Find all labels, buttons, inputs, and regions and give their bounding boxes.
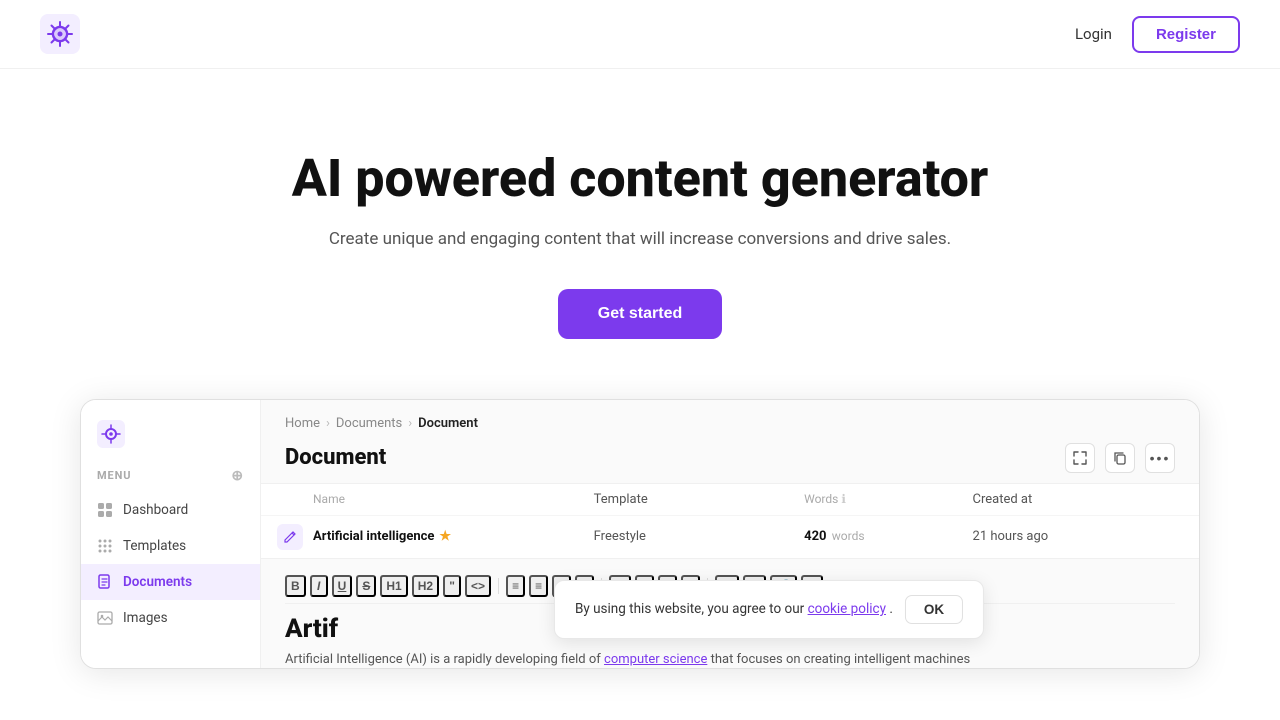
copy-button[interactable] [1105, 443, 1135, 473]
sidebar-item-documents[interactable]: Documents [81, 564, 260, 600]
sidebar-item-label-dashboard: Dashboard [123, 502, 188, 518]
register-button[interactable]: Register [1132, 16, 1240, 53]
hero-subtitle: Create unique and engaging content that … [40, 229, 1240, 249]
toolbar-quote[interactable]: " [443, 575, 461, 597]
table-row-name-cell: Artificial intelligence ★ [313, 529, 594, 544]
hero-section: AI powered content generator Create uniq… [0, 69, 1280, 399]
more-button[interactable]: ••• [1145, 443, 1175, 473]
site-header: Login Register [0, 0, 1280, 69]
fullscreen-icon [1073, 451, 1087, 465]
sidebar: MENU ⊕ Dashboard [81, 400, 261, 668]
toolbar-h1[interactable]: H1 [380, 575, 407, 597]
table-row-words-cell: 420 words [804, 529, 972, 544]
sidebar-menu-header: MENU ⊕ [81, 464, 260, 492]
image-icon [97, 610, 113, 626]
fullscreen-button[interactable] [1065, 443, 1095, 473]
row-icon-box [277, 524, 303, 550]
toolbar-bold[interactable]: B [285, 575, 306, 597]
toolbar-strikethrough[interactable]: S [356, 575, 376, 597]
doc-table: Name Template Words ℹ Created at [261, 483, 1199, 559]
breadcrumb-documents[interactable]: Documents [336, 416, 402, 431]
breadcrumb-sep-2: › [408, 416, 412, 431]
get-started-button[interactable]: Get started [558, 289, 722, 339]
star-icon: ★ [439, 529, 451, 544]
doc-actions: ••• [1065, 443, 1175, 473]
app-preview-wrap: MENU ⊕ Dashboard [0, 399, 1280, 669]
table-row-created-cell: 21 hours ago [973, 529, 1183, 544]
more-dots-icon: ••• [1150, 450, 1171, 466]
breadcrumb: Home › Documents › Document [261, 400, 1199, 439]
cookie-banner: By using this website, you agree to our … [554, 580, 984, 639]
sidebar-item-label-images: Images [123, 610, 168, 626]
toolbar-sep-1 [498, 578, 499, 594]
table-col-template: Template [594, 492, 804, 507]
hero-title: AI powered content generator [40, 149, 1240, 209]
toolbar-align-center[interactable]: ≡ [529, 575, 548, 597]
sidebar-logo [81, 416, 260, 464]
grid-small-icon [97, 538, 113, 554]
page-title: Document [285, 445, 386, 470]
login-link[interactable]: Login [1075, 25, 1112, 43]
nav-right: Login Register [1075, 16, 1240, 53]
edit-icon [283, 530, 297, 544]
logo[interactable] [40, 14, 80, 54]
sidebar-item-label-documents: Documents [123, 574, 192, 590]
cookie-text: By using this website, you agree to our … [575, 601, 893, 617]
toolbar-align-left[interactable]: ≡ [506, 575, 525, 597]
table-header: Name Template Words ℹ Created at [261, 484, 1199, 516]
table-col-name: Name [313, 492, 594, 506]
breadcrumb-sep-1: › [326, 416, 330, 431]
table-row-icon-cell [277, 524, 313, 550]
sidebar-item-images[interactable]: Images [81, 600, 260, 636]
doc-name: Artificial intelligence ★ [313, 529, 594, 544]
toolbar-h2[interactable]: H2 [412, 575, 439, 597]
toolbar-underline[interactable]: U [332, 575, 353, 597]
table-row-template-cell: Freestyle [594, 529, 804, 544]
doc-icon [97, 574, 113, 590]
cookie-ok-button[interactable]: OK [905, 595, 963, 624]
sidebar-item-templates[interactable]: Templates [81, 528, 260, 564]
sidebar-item-dashboard[interactable]: Dashboard [81, 492, 260, 528]
editor-link[interactable]: computer science [604, 652, 707, 667]
breadcrumb-current: Document [418, 416, 478, 431]
toolbar-code[interactable]: <> [465, 575, 491, 597]
copy-icon [1113, 451, 1127, 465]
grid-icon [97, 502, 113, 518]
table-col-words: Words ℹ [804, 492, 972, 506]
breadcrumb-home[interactable]: Home [285, 416, 320, 431]
table-row[interactable]: Artificial intelligence ★ Freestyle 420 … [261, 516, 1199, 558]
cookie-policy-link[interactable]: cookie policy [808, 601, 886, 617]
sidebar-item-label-templates: Templates [123, 538, 186, 554]
table-col-created: Created at [973, 492, 1183, 507]
toolbar-italic[interactable]: I [310, 575, 328, 597]
doc-header: Document ••• [261, 439, 1199, 483]
editor-doc-body: Artificial Intelligence (AI) is a rapidl… [285, 650, 1175, 668]
